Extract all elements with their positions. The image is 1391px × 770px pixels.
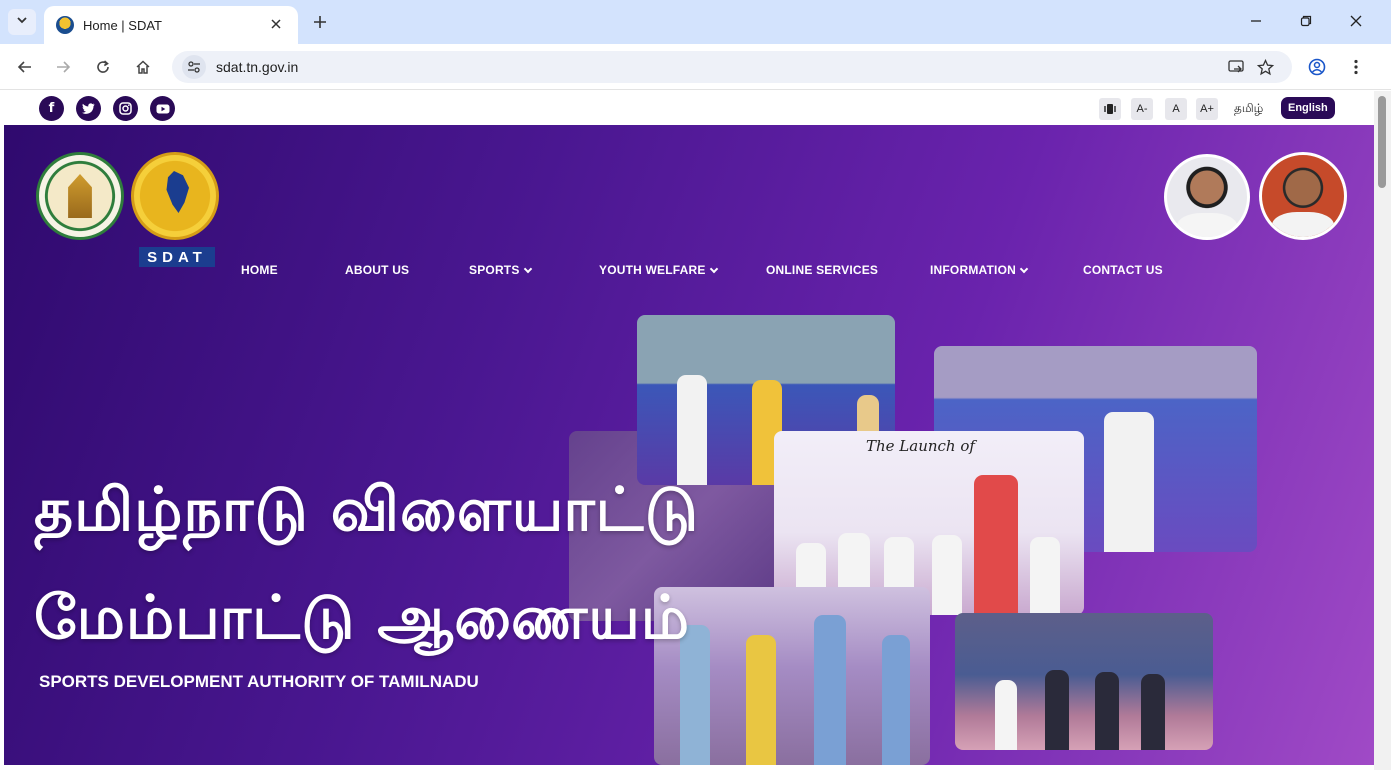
sdat-logo-text: SDAT xyxy=(139,247,215,267)
hero-photo-runners xyxy=(654,587,930,765)
nav-sports[interactable]: SPORTS xyxy=(469,263,532,277)
hero-subtitle-english: SPORTS DEVELOPMENT AUTHORITY OF TAMILNAD… xyxy=(39,672,479,691)
cast-icon xyxy=(1227,59,1244,72)
hero-banner: SDAT HOME ABOUT US SPORTS YOUTH WELFARE … xyxy=(4,125,1374,765)
more-vertical-icon xyxy=(1354,59,1358,75)
chevron-down-icon xyxy=(709,264,718,274)
home-button[interactable] xyxy=(130,54,156,80)
url-text: sdat.tn.gov.in xyxy=(216,59,299,75)
new-tab-button[interactable] xyxy=(306,9,334,35)
reload-button[interactable] xyxy=(90,54,116,80)
chevron-down-icon xyxy=(523,264,532,274)
omnibox[interactable]: sdat.tn.gov.in xyxy=(172,51,1292,83)
lang-english-button[interactable]: English xyxy=(1281,97,1335,119)
tab-list-button[interactable] xyxy=(8,9,36,35)
forward-arrow-icon xyxy=(57,61,71,73)
nav-contact-us[interactable]: CONTACT US xyxy=(1083,263,1163,277)
minimize-icon xyxy=(1251,20,1261,22)
profile-icon xyxy=(1308,58,1326,76)
back-arrow-icon xyxy=(17,61,31,73)
browser-tab-active[interactable]: Home | SDAT xyxy=(44,6,298,44)
address-bar-row: sdat.tn.gov.in xyxy=(0,44,1391,90)
chevron-down-icon xyxy=(1019,264,1029,274)
utility-bar: f A- A A+ தமிழ் English xyxy=(0,91,1391,125)
reload-icon xyxy=(97,60,109,73)
avatar-chief-minister xyxy=(1259,152,1347,240)
site-info-button[interactable] xyxy=(182,55,206,79)
cast-button[interactable] xyxy=(1224,55,1248,79)
restore-icon xyxy=(1300,15,1312,27)
font-normal-button[interactable]: A xyxy=(1165,98,1187,120)
minimize-button[interactable] xyxy=(1236,8,1276,34)
hero-title-tamil-line1: தமிழ்நாடு விளையாட்டு xyxy=(34,475,699,545)
star-icon xyxy=(1256,58,1274,75)
avatar-minister xyxy=(1164,154,1250,240)
profile-button[interactable] xyxy=(1305,55,1329,79)
lang-tamil-link[interactable]: தமிழ் xyxy=(1234,101,1263,117)
browser-tab-strip: Home | SDAT xyxy=(0,0,1391,44)
temple-gopuram-icon xyxy=(68,174,92,218)
font-increase-button[interactable]: A+ xyxy=(1196,98,1218,120)
bookmark-button[interactable] xyxy=(1253,55,1277,79)
nav-home[interactable]: HOME xyxy=(241,263,278,277)
page-scrollbar[interactable] xyxy=(1374,91,1391,770)
forward-button[interactable] xyxy=(50,54,76,80)
youtube-icon[interactable] xyxy=(150,96,175,121)
scrollbar-thumb[interactable] xyxy=(1378,96,1386,188)
tune-icon xyxy=(188,61,200,73)
plus-icon xyxy=(314,16,326,28)
hero-photo-track-race xyxy=(955,613,1213,750)
nav-online-services[interactable]: ONLINE SERVICES xyxy=(766,263,878,277)
tab-title: Home | SDAT xyxy=(83,17,162,33)
hero-title-tamil-line2: மேம்பாட்டு ஆணையம் xyxy=(34,583,691,653)
nav-youth-welfare[interactable]: YOUTH WELFARE xyxy=(599,263,718,277)
facebook-icon[interactable]: f xyxy=(39,96,64,121)
launch-event-caption: The Launch of xyxy=(866,437,975,455)
back-button[interactable] xyxy=(12,54,38,80)
sdat-favicon-icon xyxy=(56,16,74,34)
hero-bottom-divider xyxy=(0,765,1374,770)
home-icon xyxy=(136,60,150,74)
close-window-button[interactable] xyxy=(1336,8,1376,34)
tamilnadu-map-icon xyxy=(166,171,189,213)
close-icon xyxy=(271,19,281,29)
nav-about-us[interactable]: ABOUT US xyxy=(345,263,409,277)
nav-information[interactable]: INFORMATION xyxy=(930,263,1029,277)
twitter-icon[interactable] xyxy=(76,96,101,121)
font-decrease-button[interactable]: A- xyxy=(1131,98,1153,120)
sdat-logo[interactable]: SDAT xyxy=(131,152,219,267)
close-icon xyxy=(1350,15,1362,27)
restore-button[interactable] xyxy=(1286,8,1326,34)
high-contrast-button[interactable] xyxy=(1099,98,1121,120)
tab-close-button[interactable] xyxy=(266,16,286,34)
browser-menu-button[interactable] xyxy=(1344,55,1368,79)
tamilnadu-govt-emblem-logo[interactable] xyxy=(36,152,124,240)
instagram-icon[interactable] xyxy=(113,96,138,121)
contrast-icon xyxy=(1104,104,1116,114)
chevron-down-icon xyxy=(16,13,28,31)
